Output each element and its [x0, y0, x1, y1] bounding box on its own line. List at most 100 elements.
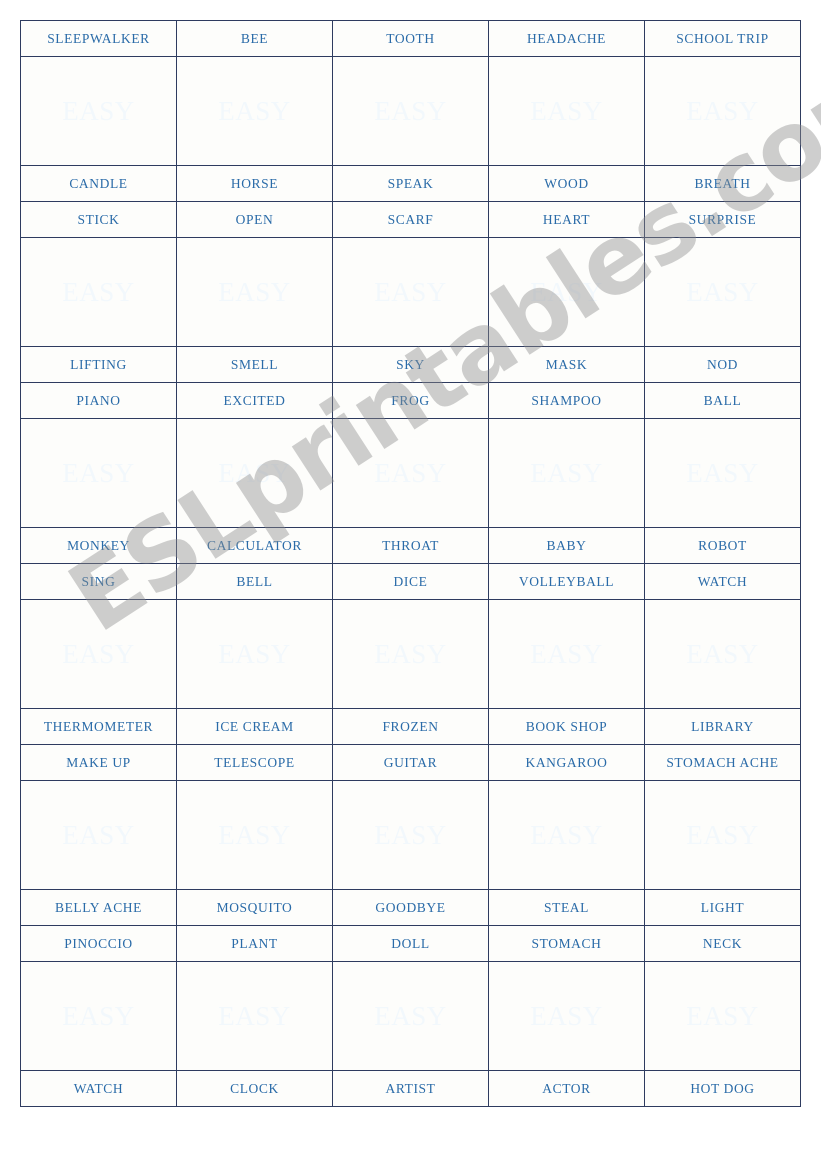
easy-cell[interactable]: EASY [20, 599, 177, 709]
word-cell[interactable]: SMELL [176, 346, 333, 383]
word-cell[interactable]: STEAL [488, 889, 645, 926]
easy-cell[interactable]: EASY [488, 780, 645, 890]
word-cell[interactable]: THROAT [332, 527, 489, 564]
word-cell[interactable]: SKY [332, 346, 489, 383]
word-cell[interactable]: STOMACH [488, 925, 645, 962]
word-cell[interactable]: CANDLE [20, 165, 177, 202]
easy-cell[interactable]: EASY [332, 961, 489, 1071]
word-cell[interactable]: ICE CREAM [176, 708, 333, 745]
word-cell[interactable]: BELLY ACHE [20, 889, 177, 926]
word-cell[interactable]: WATCH [644, 563, 801, 600]
word-cell[interactable]: LIBRARY [644, 708, 801, 745]
word-cell[interactable]: STOMACH ACHE [644, 744, 801, 781]
easy-cell[interactable]: EASY [332, 418, 489, 528]
word-cell[interactable]: EXCITED [176, 382, 333, 419]
word-cell[interactable]: FROZEN [332, 708, 489, 745]
word-cell[interactable]: MASK [488, 346, 645, 383]
word-cell[interactable]: MOSQUITO [176, 889, 333, 926]
easy-cell[interactable]: EASY [488, 56, 645, 166]
word-cell[interactable]: SING [20, 563, 177, 600]
word-cell[interactable]: ACTOR [488, 1070, 645, 1107]
easy-cell[interactable]: EASY [332, 599, 489, 709]
word-cell[interactable]: PIANO [20, 382, 177, 419]
word-cell[interactable]: SPEAK [332, 165, 489, 202]
easy-cell[interactable]: EASY [644, 780, 801, 890]
easy-cell[interactable]: EASY [644, 56, 801, 166]
easy-cell[interactable]: EASY [20, 418, 177, 528]
word-row: SING BELL DICE VOLLEYBALL WATCH [20, 563, 801, 600]
word-cell[interactable]: KANGAROO [488, 744, 645, 781]
word-cell[interactable]: WOOD [488, 165, 645, 202]
easy-cell[interactable]: EASY [644, 961, 801, 1071]
word-cell[interactable]: STICK [20, 201, 177, 238]
word-cell[interactable]: SCHOOL TRIP [644, 20, 801, 57]
word-cell[interactable]: SCARF [332, 201, 489, 238]
easy-label: EASY [530, 1000, 603, 1031]
easy-cell[interactable]: EASY [176, 599, 333, 709]
easy-label: EASY [686, 276, 759, 307]
word-cell[interactable]: WATCH [20, 1070, 177, 1107]
word-cell[interactable]: NECK [644, 925, 801, 962]
word-label: STEAL [544, 899, 589, 915]
word-cell[interactable]: HOT DOG [644, 1070, 801, 1107]
easy-cell[interactable]: EASY [644, 599, 801, 709]
word-cell[interactable]: MONKEY [20, 527, 177, 564]
word-cell[interactable]: CLOCK [176, 1070, 333, 1107]
word-cell[interactable]: TOOTH [332, 20, 489, 57]
word-cell[interactable]: BALL [644, 382, 801, 419]
word-cell[interactable]: BREATH [644, 165, 801, 202]
easy-cell[interactable]: EASY [488, 418, 645, 528]
word-cell[interactable]: SHAMPOO [488, 382, 645, 419]
word-cell[interactable]: NOD [644, 346, 801, 383]
word-cell[interactable]: BELL [176, 563, 333, 600]
word-cell[interactable]: BEE [176, 20, 333, 57]
word-cell[interactable]: DOLL [332, 925, 489, 962]
word-cell[interactable]: MAKE UP [20, 744, 177, 781]
word-cell[interactable]: ARTIST [332, 1070, 489, 1107]
word-cell[interactable]: CALCULATOR [176, 527, 333, 564]
word-cell[interactable]: LIGHT [644, 889, 801, 926]
word-cell[interactable]: ROBOT [644, 527, 801, 564]
easy-cell[interactable]: EASY [176, 56, 333, 166]
word-cell[interactable]: PLANT [176, 925, 333, 962]
word-cell[interactable]: LIFTING [20, 346, 177, 383]
easy-label: EASY [374, 95, 447, 126]
easy-cell[interactable]: EASY [644, 237, 801, 347]
word-cell[interactable]: HORSE [176, 165, 333, 202]
easy-cell[interactable]: EASY [332, 237, 489, 347]
easy-cell[interactable]: EASY [332, 780, 489, 890]
easy-cell[interactable]: EASY [176, 418, 333, 528]
word-cell[interactable]: BABY [488, 527, 645, 564]
word-cell[interactable]: TELESCOPE [176, 744, 333, 781]
word-cell[interactable]: VOLLEYBALL [488, 563, 645, 600]
word-cell[interactable]: FROG [332, 382, 489, 419]
word-row: MONKEY CALCULATOR THROAT BABY ROBOT [20, 527, 801, 564]
easy-cell[interactable]: EASY [20, 56, 177, 166]
word-cell[interactable]: BOOK SHOP [488, 708, 645, 745]
easy-cell[interactable]: EASY [176, 961, 333, 1071]
word-cell[interactable]: GUITAR [332, 744, 489, 781]
word-label: VOLLEYBALL [518, 573, 615, 589]
word-row: CANDLE HORSE SPEAK WOOD BREATH [20, 165, 801, 202]
easy-cell[interactable]: EASY [488, 237, 645, 347]
easy-cell[interactable]: EASY [332, 56, 489, 166]
word-label: MASK [545, 356, 588, 372]
word-cell[interactable]: DICE [332, 563, 489, 600]
word-cell[interactable]: SLEEPWALKER [20, 20, 177, 57]
word-label: FROG [391, 392, 430, 408]
easy-cell[interactable]: EASY [488, 599, 645, 709]
easy-cell[interactable]: EASY [176, 780, 333, 890]
word-cell[interactable]: THERMOMETER [20, 708, 177, 745]
easy-cell[interactable]: EASY [644, 418, 801, 528]
easy-cell[interactable]: EASY [20, 780, 177, 890]
word-cell[interactable]: PINOCCIO [20, 925, 177, 962]
easy-cell[interactable]: EASY [20, 961, 177, 1071]
word-cell[interactable]: HEART [488, 201, 645, 238]
easy-cell[interactable]: EASY [176, 237, 333, 347]
easy-cell[interactable]: EASY [488, 961, 645, 1071]
word-cell[interactable]: OPEN [176, 201, 333, 238]
word-cell[interactable]: HEADACHE [488, 20, 645, 57]
easy-cell[interactable]: EASY [20, 237, 177, 347]
word-cell[interactable]: SURPRISE [644, 201, 801, 238]
word-cell[interactable]: GOODBYE [332, 889, 489, 926]
